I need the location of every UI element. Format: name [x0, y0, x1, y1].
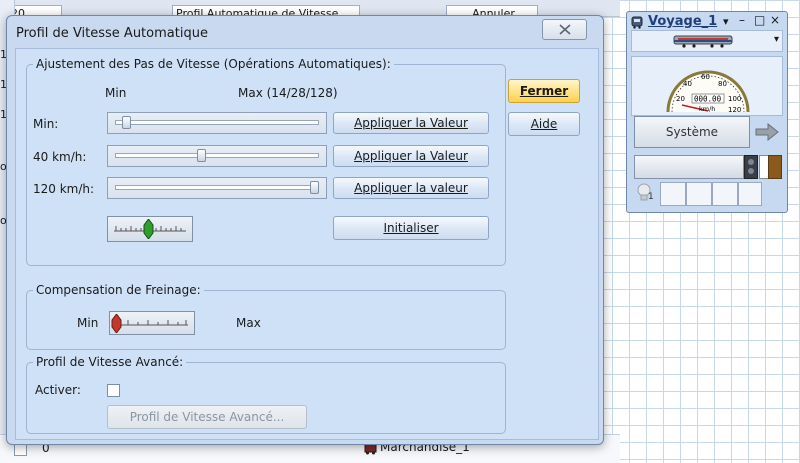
step-curve-control[interactable] [107, 216, 193, 242]
slider-thumb[interactable] [122, 116, 132, 129]
dialog-title: Profil de Vitesse Automatique [16, 26, 208, 41]
speedometer-gauge: 20 40 60 80 100 120 000.00 km/h [666, 70, 750, 114]
voyage-title[interactable]: Voyage_1 [648, 14, 717, 29]
speed-step-group: Ajustement des Pas de Vitesse (Opération… [26, 57, 506, 266]
120kmh-step-slider[interactable] [107, 177, 327, 199]
row-120-label: 120 km/h: [33, 182, 95, 196]
gauge-tick: 100 [728, 95, 741, 103]
header-max: Max (14/28/128) [238, 86, 338, 100]
arrow-right-icon[interactable] [754, 123, 780, 141]
slider-thumb[interactable] [196, 149, 206, 162]
help-button[interactable]: Aide [508, 112, 580, 136]
close-dialog-button[interactable]: Fermer [508, 79, 580, 103]
loco-selector[interactable]: ▾ [631, 30, 783, 52]
red-thumb-icon[interactable] [111, 314, 122, 333]
speed-step-legend: Ajustement des Pas de Vitesse (Opération… [33, 57, 394, 71]
green-thumb-icon[interactable] [143, 219, 154, 239]
function-button[interactable] [660, 182, 686, 206]
row-40-label: 40 km/h: [33, 150, 87, 164]
apply-40kmh-button[interactable]: Appliquer la Valeur [333, 145, 489, 167]
locomotive-icon [673, 35, 733, 48]
advanced-profile-group: Profil de Vitesse Avancé: Activer: Profi… [26, 355, 506, 434]
speed-unit: km/h [699, 105, 715, 113]
close-icon [558, 24, 571, 35]
function-button[interactable] [712, 182, 738, 206]
slider-thumb[interactable] [309, 181, 319, 194]
train-icon [631, 16, 643, 29]
gauge-tick: 20 [676, 95, 685, 103]
apply-120kmh-button[interactable]: Appliquer la valeur [333, 177, 489, 199]
activate-label: Activer: [35, 383, 81, 397]
close-widget-button[interactable]: × [770, 13, 780, 27]
dialog-client-area: Ajustement des Pas de Vitesse (Opération… [15, 48, 599, 440]
minimize-button[interactable]: – [739, 13, 745, 27]
initialize-button[interactable]: Initialiser [333, 216, 489, 240]
brake-min-label: Min [77, 316, 99, 330]
brake-compensation-group: Compensation de Freinage: Min Max [26, 283, 506, 350]
activate-checkbox[interactable] [107, 384, 120, 397]
throttle-bar[interactable] [634, 155, 744, 179]
maximize-button[interactable]: □ [754, 13, 765, 27]
40kmh-step-slider[interactable] [107, 145, 327, 167]
header-min: Min [105, 86, 127, 100]
brake-compensation-slider[interactable] [109, 311, 195, 335]
apply-min-button[interactable]: Appliquer la Valeur [333, 112, 489, 134]
system-button[interactable]: Système [634, 116, 750, 148]
fuel-indicator [768, 155, 782, 179]
function-button[interactable] [686, 182, 712, 206]
advanced-profile-button[interactable]: Profil de Vitesse Avancé... [107, 405, 307, 429]
signal-indicator [744, 155, 758, 179]
bulb-count: 1 [648, 192, 654, 202]
gauge-tick: 80 [718, 80, 727, 88]
speed-profile-dialog: Profil de Vitesse Automatique Ajustement… [6, 15, 604, 445]
dialog-close-button[interactable] [542, 19, 587, 40]
brake-ruler [116, 320, 188, 326]
brake-legend: Compensation de Freinage: [33, 283, 204, 297]
loco-dropdown-arrow[interactable]: ▾ [774, 34, 779, 45]
advanced-legend: Profil de Vitesse Avancé: [33, 355, 187, 369]
min-step-slider[interactable] [107, 112, 327, 134]
gauge-tick: 60 [701, 73, 710, 81]
gauge-tick: 120 [728, 106, 741, 114]
voyage-menu-arrow[interactable]: ▾ [723, 15, 729, 28]
speedometer-panel: 20 40 60 80 100 120 000.00 km/h [631, 56, 783, 116]
row-min-label: Min: [33, 117, 59, 131]
function-button[interactable] [738, 182, 762, 206]
brake-max-label: Max [236, 316, 261, 330]
gauge-tick: 40 [683, 80, 692, 88]
odometer: 000.00 [694, 95, 722, 104]
